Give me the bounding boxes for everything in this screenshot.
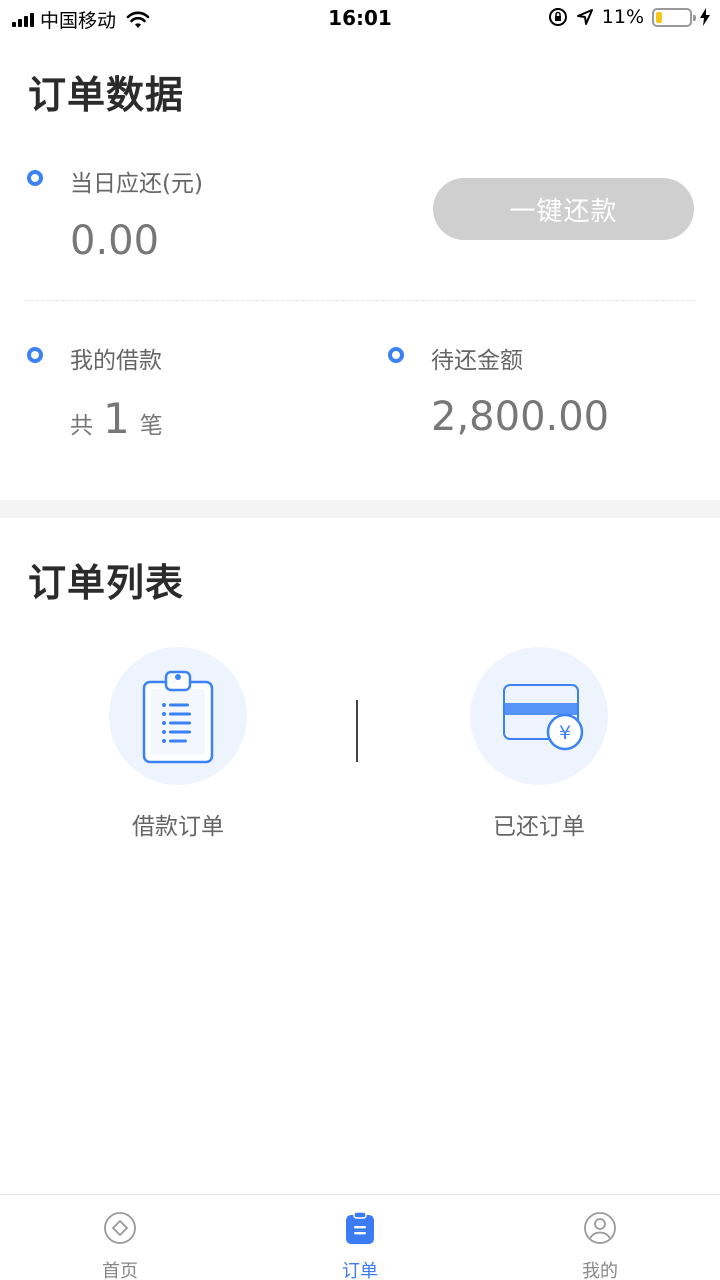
tab-mine[interactable]: 我的 xyxy=(520,1195,680,1280)
due-today-value: 0.00 xyxy=(70,218,160,264)
my-loans-dot-icon xyxy=(27,347,43,363)
tab-orders-label[interactable]: 订单 xyxy=(280,1257,440,1280)
pending-amount-value: 2,800.00 xyxy=(431,394,610,440)
loan-orders-label[interactable]: 借款订单 xyxy=(78,807,278,841)
order-clipboard-icon[interactable] xyxy=(343,1211,377,1245)
battery-percent: 11% xyxy=(601,6,644,28)
charging-bolt-icon xyxy=(700,8,710,26)
card-yuan-icon[interactable]: ¥ xyxy=(470,647,608,785)
user-circle-icon[interactable] xyxy=(583,1211,617,1245)
section-separator xyxy=(0,500,720,518)
pending-dot-icon xyxy=(388,347,404,363)
home-diamond-icon[interactable] xyxy=(103,1211,137,1245)
my-loans-label: 我的借款 xyxy=(70,348,162,374)
location-arrow-icon xyxy=(576,9,593,25)
orientation-lock-icon xyxy=(548,8,567,26)
loans-suffix: 笔 xyxy=(139,413,163,439)
loans-prefix: 共 xyxy=(70,413,93,439)
one-click-repay-button[interactable]: 一键还款 xyxy=(433,178,694,240)
tab-orders[interactable]: 订单 xyxy=(280,1195,440,1280)
svg-text:¥: ¥ xyxy=(559,722,571,744)
tab-mine-label[interactable]: 我的 xyxy=(520,1257,680,1280)
battery-icon xyxy=(652,7,696,27)
bottom-tab-bar: 首页 订单 我的 xyxy=(0,1194,720,1280)
tab-home-label[interactable]: 首页 xyxy=(40,1257,200,1280)
status-right: 11% xyxy=(548,6,710,28)
pending-amount-label: 待还金额 xyxy=(431,348,523,374)
loans-count: 1 xyxy=(103,394,130,443)
clipboard-list-icon[interactable] xyxy=(109,647,247,785)
loans-count-row: 共 1 笔 xyxy=(70,394,163,443)
order-data-title: 订单数据 xyxy=(28,73,185,117)
status-bar: 中国移动 16:01 11% xyxy=(0,0,720,38)
dashed-divider xyxy=(26,300,694,301)
repaid-orders-label[interactable]: 已还订单 xyxy=(439,807,639,841)
due-today-dot-icon xyxy=(27,170,43,186)
due-today-label: 当日应还(元) xyxy=(70,171,203,197)
order-list-title: 订单列表 xyxy=(28,561,185,605)
tab-home[interactable]: 首页 xyxy=(40,1195,200,1280)
vertical-divider xyxy=(356,700,358,762)
